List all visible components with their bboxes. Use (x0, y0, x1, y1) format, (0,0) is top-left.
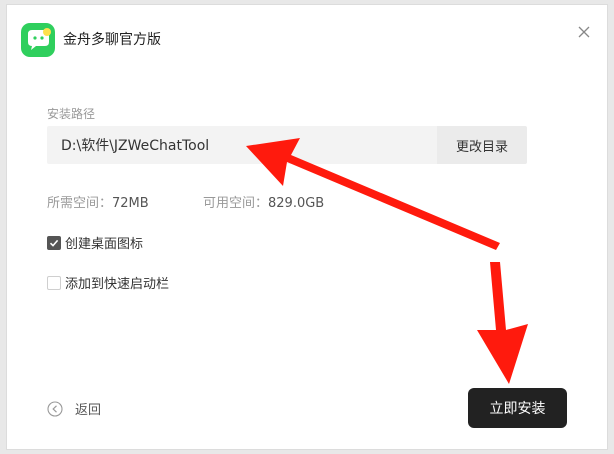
install-path-label: 安装路径 (47, 107, 96, 121)
quick-launch-checkbox[interactable] (47, 275, 61, 290)
app-title: 金舟多聊官方版 (63, 32, 161, 48)
required-space-label: 所需空间： (47, 196, 113, 211)
available-space-value: 829.0GB (268, 196, 325, 211)
desktop-icon-checkbox[interactable] (47, 235, 61, 250)
change-directory-button[interactable]: 更改目录 (437, 126, 527, 164)
chat-bubble-logo-icon (21, 23, 55, 57)
back-button[interactable]: 返回 (47, 399, 101, 418)
required-space-value: 72MB (112, 196, 149, 211)
required-space: 所需空间：72MB (47, 192, 149, 211)
installer-window: 金舟多聊官方版 安装路径 更改目录 所需空间：72MB 可用空间：829.0GB… (6, 4, 608, 450)
back-label: 返回 (75, 403, 102, 418)
install-path-input[interactable] (47, 126, 437, 164)
close-icon[interactable] (575, 23, 593, 41)
title-bar: 金舟多聊官方版 (7, 5, 607, 69)
checkmark-icon (49, 239, 59, 247)
install-path-field[interactable] (47, 126, 437, 164)
available-space-label: 可用空间： (203, 196, 269, 211)
back-arrow-icon (47, 400, 63, 417)
available-space: 可用空间：829.0GB (203, 192, 324, 211)
desktop-icon-label: 创建桌面图标 (65, 237, 144, 252)
quick-launch-option[interactable]: 添加到快速启动栏 (47, 273, 169, 292)
install-now-button[interactable]: 立即安装 (468, 388, 567, 428)
desktop-icon-option[interactable]: 创建桌面图标 (47, 233, 143, 252)
quick-launch-label: 添加到快速启动栏 (65, 277, 170, 292)
